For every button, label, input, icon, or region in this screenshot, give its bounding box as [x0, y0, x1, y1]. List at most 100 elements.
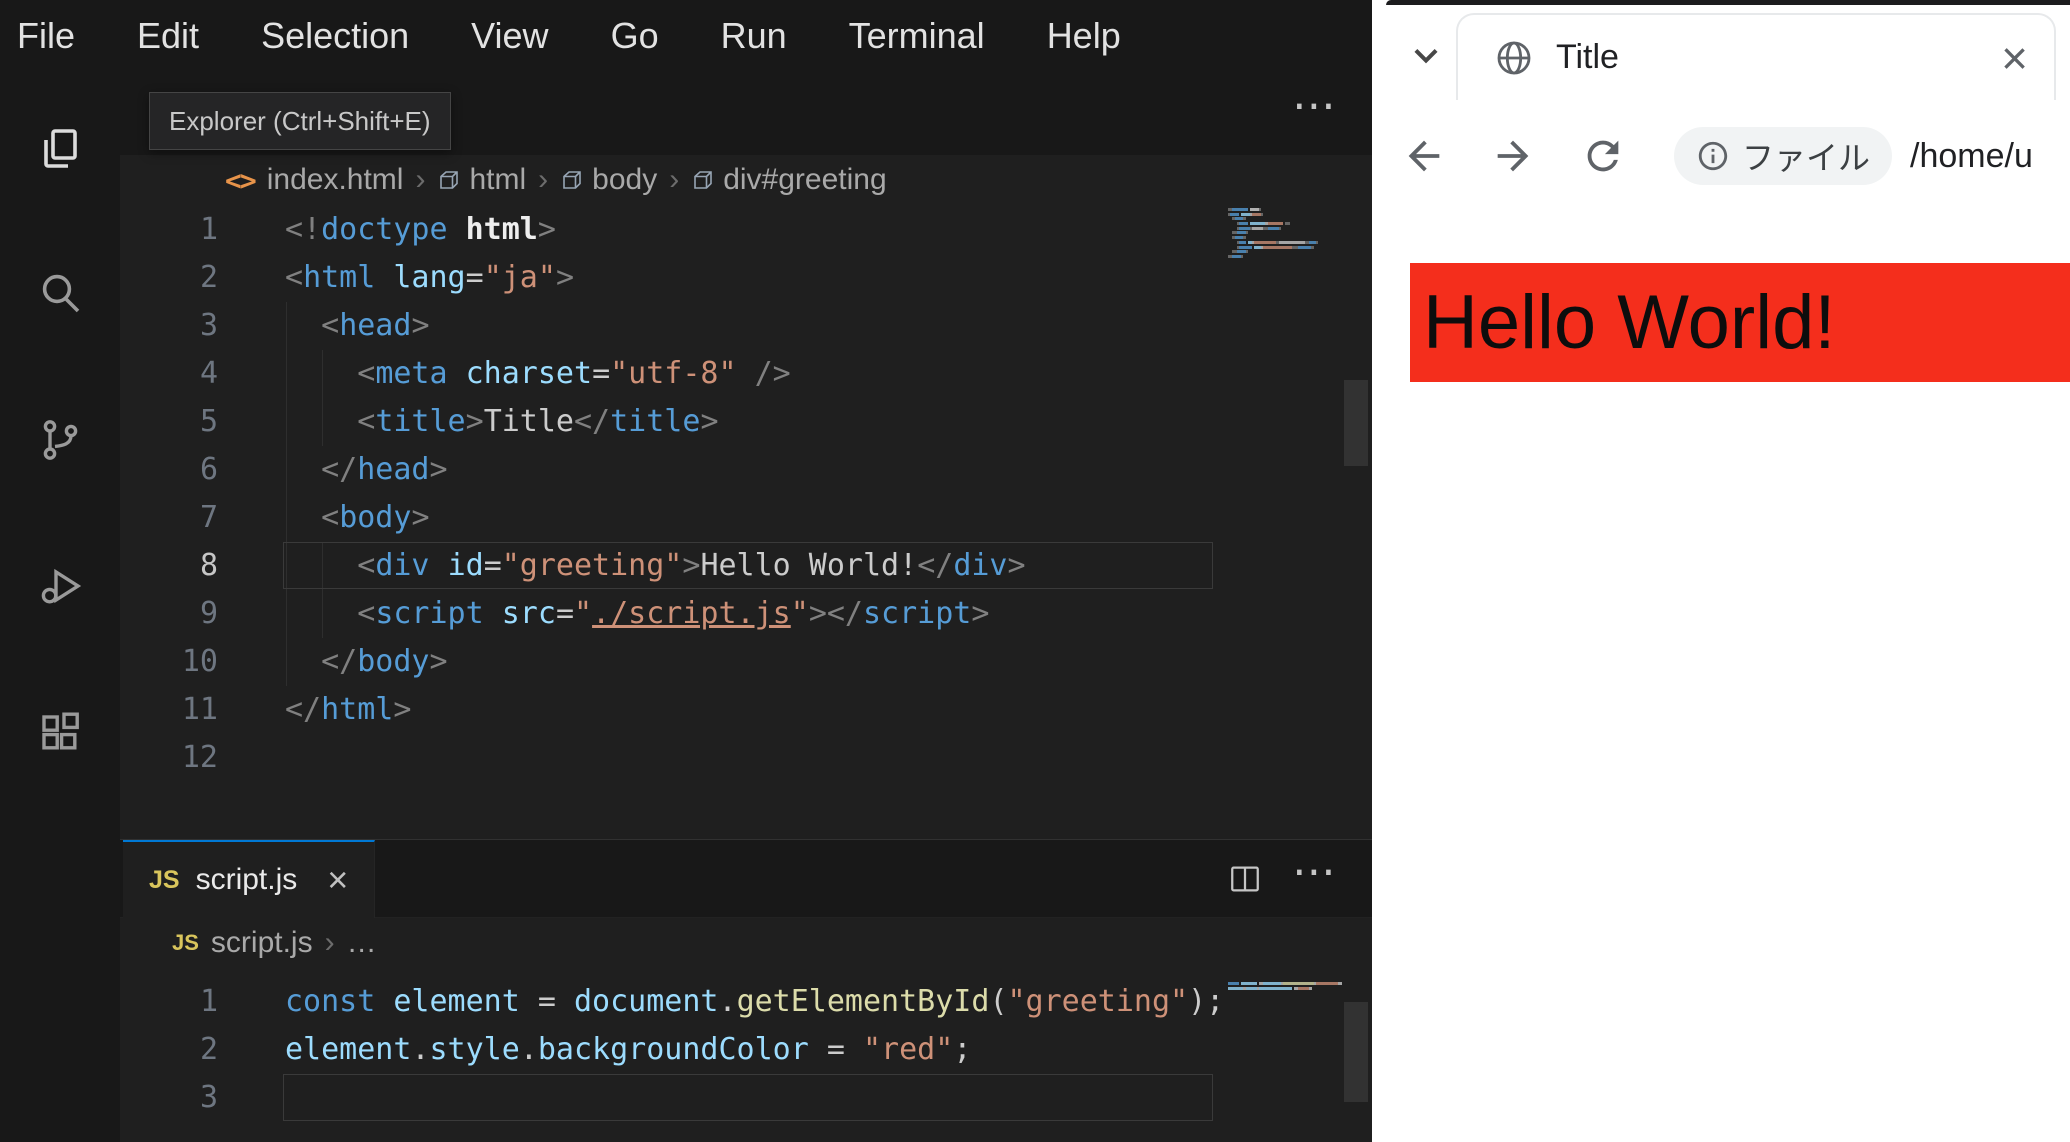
line-number[interactable]: 6: [120, 446, 218, 494]
tab-script-js[interactable]: JS script.js ×: [123, 840, 376, 918]
info-icon: [1698, 141, 1728, 171]
menu-item-selection[interactable]: Selection: [230, 15, 440, 57]
site-info-chip[interactable]: ファイル: [1674, 127, 1893, 185]
breadcrumb-more[interactable]: …: [347, 926, 377, 960]
menu-item-help[interactable]: Help: [1016, 15, 1152, 57]
breadcrumb-file[interactable]: index.html: [267, 163, 404, 197]
line-number[interactable]: 1: [120, 978, 218, 1026]
close-tab-icon[interactable]: ×: [2001, 35, 2028, 81]
screen: File Edit Selection View Go Run Terminal Help: [0, 0, 2070, 1142]
vscode-window: File Edit Selection View Go Run Terminal Help: [0, 0, 1372, 1142]
code-text: <head>: [285, 308, 430, 343]
js-file-icon: JS: [172, 930, 199, 955]
minimap[interactable]: [1228, 982, 1343, 996]
code-line[interactable]: 4 <meta charset="utf-8" />: [120, 350, 1350, 398]
close-tab-icon[interactable]: ×: [327, 859, 348, 901]
code-line[interactable]: 11 </html>: [120, 686, 1350, 734]
scrollbar-thumb[interactable]: [1344, 380, 1368, 466]
browser-page: Hello World!: [1372, 212, 2070, 1142]
code-text: </head>: [285, 452, 448, 487]
breadcrumb-file[interactable]: script.js: [211, 926, 313, 960]
activity-extensions-button[interactable]: [36, 709, 84, 757]
line-number[interactable]: 4: [120, 350, 218, 398]
line-number[interactable]: 2: [120, 1026, 218, 1074]
code-text: const element = document.getElementById(…: [285, 984, 1225, 1019]
chevron-down-icon: [1414, 48, 1438, 64]
more-actions-icon[interactable]: ⋯: [1286, 80, 1342, 131]
back-button[interactable]: [1401, 133, 1447, 179]
code-text: </html>: [285, 692, 412, 727]
scheme-chip-label: ファイル: [1742, 140, 1871, 176]
code-text: <title>Title</title>: [285, 404, 719, 439]
code-text: <script src="./script.js"></script>: [285, 596, 990, 631]
menu-item-run[interactable]: Run: [690, 15, 818, 57]
menu-item-go[interactable]: Go: [580, 15, 690, 57]
explorer-tooltip: Explorer (Ctrl+Shift+E): [149, 92, 451, 150]
line-number[interactable]: 5: [120, 398, 218, 446]
browser-tab[interactable]: Title ×: [1456, 13, 2056, 100]
code-line[interactable]: 6 </head>: [120, 446, 1350, 494]
split-editor-button[interactable]: [1228, 862, 1262, 901]
code-line[interactable]: 3: [120, 1074, 1350, 1122]
breadcrumb-separator: ›: [324, 926, 335, 959]
code-editor-js[interactable]: 1 const element = document.getElementById…: [120, 978, 1350, 1122]
activity-source-control-button[interactable]: [36, 416, 84, 464]
tab-list-button[interactable]: [1404, 33, 1448, 77]
tab-label: script.js: [195, 863, 298, 896]
breadcrumb-div-greeting[interactable]: div#greeting: [723, 163, 886, 197]
code-line[interactable]: 7 <body>: [120, 494, 1350, 542]
menu-item-edit[interactable]: Edit: [106, 15, 230, 57]
browser-window: Title × ファイル /home/u Hello World!: [1372, 0, 2070, 1142]
line-number[interactable]: 1: [120, 206, 218, 254]
scrollbar-thumb[interactable]: [1344, 1002, 1368, 1102]
line-number[interactable]: 3: [120, 302, 218, 350]
menu-item-terminal[interactable]: Terminal: [818, 15, 1016, 57]
code-line[interactable]: 1 const element = document.getElementById…: [120, 978, 1350, 1026]
activity-bar: [0, 72, 120, 1142]
code-text: <body>: [285, 500, 430, 535]
code-line[interactable]: 9 <script src="./script.js"></script>: [120, 590, 1350, 638]
line-number[interactable]: 11: [120, 686, 218, 734]
code-line[interactable]: 8 <div id="greeting">Hello World!</div>: [120, 542, 1350, 590]
code-text: <meta charset="utf-8" />: [285, 356, 791, 391]
line-number[interactable]: 12: [120, 734, 218, 782]
activity-search-button[interactable]: [36, 269, 84, 317]
activity-run-debug-button[interactable]: [36, 562, 84, 610]
code-line[interactable]: 2 element.style.backgroundColor = "red";: [120, 1026, 1350, 1074]
forward-button[interactable]: [1490, 133, 1536, 179]
code-line[interactable]: 2 <html lang="ja">: [120, 254, 1350, 302]
reload-button[interactable]: [1580, 133, 1626, 179]
code-line[interactable]: 5 <title>Title</title>: [120, 398, 1350, 446]
breadcrumb-js: JS script.js › …: [120, 918, 1372, 968]
code-line[interactable]: 10 </body>: [120, 638, 1350, 686]
code-line[interactable]: 3 <head>: [120, 302, 1350, 350]
element-symbol-icon: [440, 171, 459, 189]
line-number[interactable]: 8: [120, 542, 218, 590]
line-number[interactable]: 9: [120, 590, 218, 638]
files-icon: [44, 129, 77, 168]
minimap[interactable]: [1228, 208, 1340, 264]
editor-tab-bar-js: JS script.js × ⋯: [120, 840, 1372, 918]
line-number[interactable]: 2: [120, 254, 218, 302]
menu-item-view[interactable]: View: [440, 15, 579, 57]
code-editor-html[interactable]: 1 <!doctype html> 2 <html lang="ja"> 3 <head…: [120, 206, 1350, 782]
code-text: element.style.backgroundColor = "red";: [285, 1032, 972, 1067]
code-line[interactable]: 12: [120, 734, 1350, 782]
line-number[interactable]: 10: [120, 638, 218, 686]
more-actions-icon[interactable]: ⋯: [1286, 846, 1342, 897]
code-text: <!doctype html>: [285, 212, 556, 247]
activity-explorer-button[interactable]: [36, 125, 84, 173]
run-debug-icon: [41, 568, 82, 604]
address-url[interactable]: /home/u: [1910, 137, 2033, 176]
menu-bar: File Edit Selection View Go Run Terminal Help: [0, 0, 1372, 72]
breadcrumb-html[interactable]: html: [469, 163, 526, 197]
extensions-icon: [42, 712, 79, 750]
source-control-icon: [43, 420, 78, 460]
code-line[interactable]: 1 <!doctype html>: [120, 206, 1350, 254]
js-file-icon: JS: [149, 865, 180, 894]
line-number[interactable]: 7: [120, 494, 218, 542]
line-number[interactable]: 3: [120, 1074, 218, 1122]
breadcrumb-body[interactable]: body: [592, 163, 657, 197]
menu-item-file[interactable]: File: [0, 15, 106, 57]
